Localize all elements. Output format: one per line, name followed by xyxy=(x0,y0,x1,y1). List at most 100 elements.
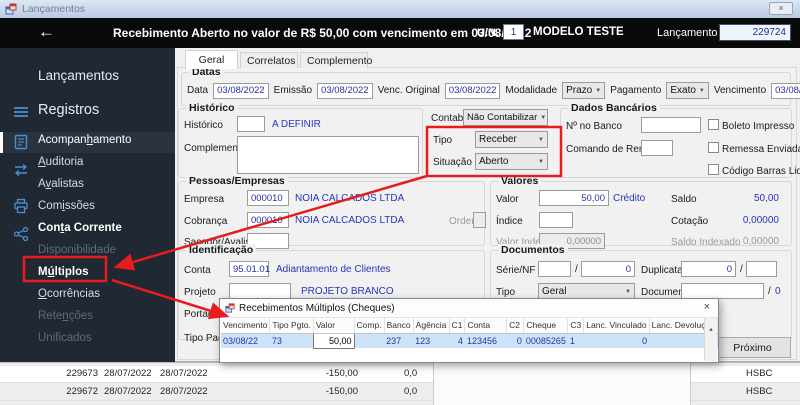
sidebar-item-multiplos[interactable]: Múltiplos xyxy=(38,266,89,284)
popup-column-header: Conta xyxy=(464,318,508,334)
valor-label: Valor xyxy=(496,194,519,205)
popup-scrollbar[interactable]: ▲ xyxy=(704,318,717,361)
chevron-down-icon: ▼ xyxy=(595,87,602,94)
duplicata-parcela-input[interactable] xyxy=(746,261,777,277)
printer-icon[interactable] xyxy=(13,198,29,214)
record-summary: Recebimento Aberto no valor de R$ 50,00 … xyxy=(113,26,532,40)
scroll-up-icon[interactable]: ▲ xyxy=(708,327,714,333)
tipo-dropdown[interactable]: Receber ▼ xyxy=(475,131,548,148)
remessa-enviada-checkbox[interactable] xyxy=(708,142,719,153)
sidebar-item-comissoes[interactable]: Comissões xyxy=(38,200,95,218)
transfer-arrows-icon[interactable] xyxy=(13,162,29,178)
sidebar-item-retencoes[interactable]: Retenções xyxy=(38,310,93,328)
nf-input[interactable]: 0 xyxy=(581,261,635,277)
modalidade-dropdown[interactable]: Prazo ▼ xyxy=(562,82,606,99)
popup-column-header: Valor xyxy=(313,318,355,334)
credito-text: Crédito xyxy=(613,193,646,204)
group-pessoas: Pessoas/Empresas Empresa 000010 NOIA CAL… xyxy=(178,175,486,249)
group-datas: Datas Data 03/08/2022 Emissão 03/08/2022… xyxy=(181,66,800,106)
back-arrow-icon[interactable]: ← xyxy=(38,22,55,42)
background-grid-cell: 28/07/2022 xyxy=(104,386,152,397)
tab-correlatos[interactable]: Correlatos xyxy=(240,52,298,68)
sidebar-item-auditoria[interactable]: Auditoria xyxy=(38,156,83,174)
background-grid-cell: 28/07/2022 xyxy=(104,368,152,379)
empresa-label: Empresa xyxy=(184,194,225,205)
contabilidade-value: Não Contabilizar xyxy=(467,112,538,123)
n-banco-input[interactable] xyxy=(641,117,701,133)
indice-input[interactable] xyxy=(539,212,573,228)
cobranca-label: Cobrança xyxy=(184,216,228,227)
data-input[interactable]: 03/08/2022 xyxy=(213,82,269,99)
saldo-indexado-value: 0,00000 xyxy=(742,236,779,247)
sidebar-item-conta-corrente[interactable]: Conta Corrente xyxy=(38,222,122,240)
saldo-label: Saldo xyxy=(671,194,697,205)
historico-input[interactable] xyxy=(237,116,265,132)
chevron-down-icon: ▼ xyxy=(538,136,544,143)
venc-original-input[interactable]: 03/08/2022 xyxy=(444,82,501,99)
tab-geral[interactable]: Geral xyxy=(185,50,238,69)
modalidade-value: Prazo xyxy=(566,85,593,96)
situacao-dropdown[interactable]: Aberto ▼ xyxy=(475,153,548,170)
sidebar-item-unificados[interactable]: Unificados xyxy=(38,332,92,350)
document-icon[interactable] xyxy=(13,134,29,150)
pagamento-dropdown[interactable]: Exato ▼ xyxy=(666,82,709,99)
situacao-value: Aberto xyxy=(479,156,509,167)
documento-tipo-label: Tipo xyxy=(496,287,516,298)
window-titlebar: Lançamentos × xyxy=(0,0,800,18)
group-documentos-title: Documentos xyxy=(498,244,568,256)
background-grid: 229673 28/07/2022 28/07/2022 -150,00 0,0 HSBC… xyxy=(0,362,800,405)
record-header: ← Recebimento Aberto no valor de R$ 50,0… xyxy=(0,18,800,48)
complemento-textarea[interactable] xyxy=(237,136,419,174)
popup-cell: 0 xyxy=(506,333,524,348)
codigo-barras-label: Código Barras Lido xyxy=(722,166,800,177)
popup-column-header: Banco xyxy=(384,318,414,334)
sidebar: Lançamentos Registros Acompanhamento Aud… xyxy=(0,48,175,362)
popup-column-header: Lanc. Vinculado xyxy=(583,318,650,334)
vencimento-input[interactable]: 03/08/2022 xyxy=(771,82,800,99)
cheques-table-row[interactable]: 03/08/227350,002371234123456000085265100 xyxy=(221,332,718,349)
window-close-icon[interactable]: × xyxy=(769,2,793,15)
sidebar-item-avalistas[interactable]: Avalistas xyxy=(38,178,84,196)
boleto-impresso-checkbox[interactable] xyxy=(708,119,719,130)
comando-remessa-input[interactable] xyxy=(641,140,673,156)
popup-titlebar[interactable]: Recebimentos Múltiplos (Cheques) × xyxy=(220,299,718,318)
background-grid-cell: 229673 xyxy=(66,368,98,379)
group-pessoas-title: Pessoas/Empresas xyxy=(186,175,288,187)
background-grid-cell: HSBC xyxy=(746,368,773,379)
popup-cell[interactable]: 50,00 xyxy=(312,332,355,349)
background-grid-cell: 0,0 xyxy=(404,368,418,379)
popup-column-header: Cheque xyxy=(523,318,569,334)
empresa-input[interactable]: 000010 xyxy=(247,190,289,206)
group-dados-bancarios: Dados Bancários Nº no Banco Boleto Impre… xyxy=(560,102,800,178)
codigo-barras-checkbox[interactable] xyxy=(708,164,719,175)
boleto-impresso-label: Boleto Impresso xyxy=(722,121,795,132)
valor-input[interactable]: 50,00 xyxy=(539,190,609,206)
share-network-icon[interactable] xyxy=(13,226,29,242)
lancamento-number-input[interactable]: 229724 xyxy=(719,24,791,41)
sidebar-item-ocorrencias[interactable]: Ocorrências xyxy=(38,288,100,306)
popup-close-icon[interactable]: × xyxy=(704,301,710,313)
sidebar-item-disponibilidade[interactable]: Disponibilidade xyxy=(38,244,116,262)
sidebar-item-acompanhamento[interactable]: Acompanhamento xyxy=(38,134,131,152)
tab-complemento[interactable]: Complemento xyxy=(300,52,372,68)
remessa-enviada-label: Remessa Enviada xyxy=(722,144,800,155)
popup-column-header: C2 xyxy=(506,318,525,334)
conta-input[interactable]: 95.01.01 xyxy=(229,261,270,277)
recebimentos-multiplos-popup: Recebimentos Múltiplos (Cheques) × Venci… xyxy=(219,298,719,363)
documento-value: 0 xyxy=(775,286,781,297)
proximo-button[interactable]: Próximo xyxy=(714,337,791,358)
serie-input[interactable] xyxy=(538,261,571,277)
duplicata-input[interactable]: 0 xyxy=(681,261,736,277)
chevron-down-icon: ▼ xyxy=(625,288,631,295)
popup-title: Recebimentos Múltiplos (Cheques) xyxy=(239,302,395,314)
contabilidade-dropdown[interactable]: Não Contabilizar ▼ xyxy=(463,109,548,126)
popup-cell: 00085265 xyxy=(523,333,568,348)
slash-separator: / xyxy=(575,264,578,275)
sidebar-section-registros[interactable]: Registros xyxy=(38,102,99,118)
emissao-input[interactable]: 03/08/2022 xyxy=(317,82,373,99)
projeto-input[interactable] xyxy=(229,283,291,299)
un-input[interactable]: 1 xyxy=(503,24,524,40)
cobranca-input[interactable]: 000010 xyxy=(247,212,289,228)
menu-icon[interactable] xyxy=(13,104,29,120)
documento-input[interactable] xyxy=(681,283,764,299)
